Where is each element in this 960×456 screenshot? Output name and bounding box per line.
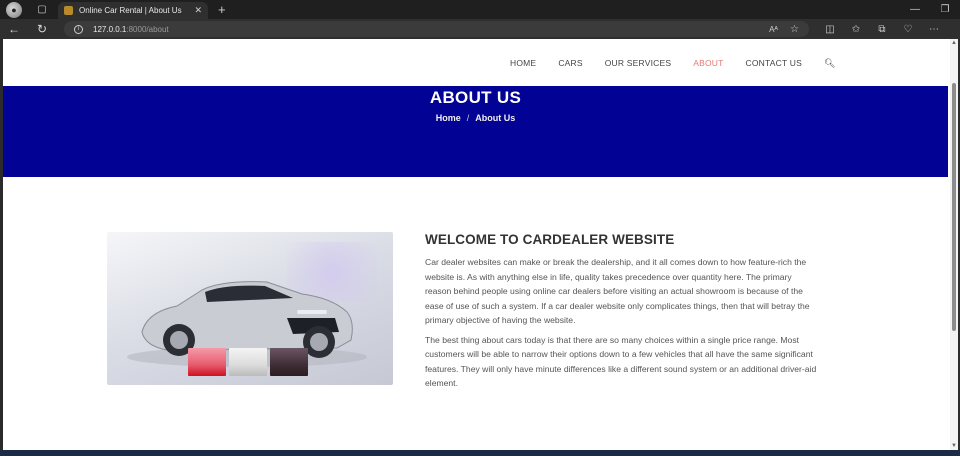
back-arrow-icon[interactable]: ← bbox=[0, 22, 28, 36]
search-icon[interactable]: 🔍︎ bbox=[824, 58, 835, 69]
tab-close-icon[interactable]: ✕ bbox=[194, 5, 202, 16]
thumbnail-interior[interactable] bbox=[270, 348, 308, 376]
site-favicon-icon bbox=[64, 6, 73, 15]
nav-our-services[interactable]: OUR SERVICES bbox=[605, 58, 671, 69]
split-screen-icon[interactable]: ◫ bbox=[817, 24, 843, 35]
breadcrumb: Home / About Us bbox=[3, 113, 948, 123]
page-scrollbar[interactable]: ▲ ▼ bbox=[950, 39, 958, 450]
url-host: 127.0.0.1 bbox=[93, 24, 127, 34]
nav-cars[interactable]: CARS bbox=[558, 58, 582, 69]
scrollbar-thumb[interactable] bbox=[952, 83, 956, 331]
about-paragraph-1: Car dealer websites can make or break th… bbox=[425, 257, 810, 325]
scroll-down-icon[interactable]: ▼ bbox=[950, 443, 958, 449]
read-aloud-icon[interactable]: Aᴬ bbox=[769, 25, 778, 34]
thumbnail-strip bbox=[188, 348, 308, 376]
browser-tab[interactable]: Online Car Rental | About Us ✕ bbox=[58, 2, 208, 19]
taskbar-edge bbox=[0, 450, 960, 456]
breadcrumb-separator: / bbox=[466, 113, 470, 123]
about-paragraph-2: The best thing about cars today is that … bbox=[425, 334, 817, 389]
minimize-icon[interactable]: — bbox=[900, 4, 930, 15]
thumbnail-white-car[interactable] bbox=[229, 348, 267, 376]
about-heading: WELCOME TO CARDEALER WEBSITE bbox=[425, 232, 675, 247]
url-path: :8000/about bbox=[126, 24, 169, 34]
extensions-icon[interactable]: ♡ bbox=[895, 24, 921, 35]
nav-about[interactable]: ABOUT bbox=[693, 58, 723, 69]
page-title: ABOUT US bbox=[429, 88, 522, 107]
browser-titlebar: ● ▢ Online Car Rental | About Us ✕ + — ❐ bbox=[0, 0, 960, 19]
main-menu: HOME CARS OUR SERVICES ABOUT CONTACT US … bbox=[510, 58, 835, 69]
page-hero-banner: ABOUT US Home / About Us bbox=[3, 86, 948, 177]
breadcrumb-home[interactable]: Home bbox=[436, 113, 461, 123]
browser-addressbar: ← ↻ i 127.0.0.1:8000/about Aᴬ ☆ ◫ ✩ ⧉ ♡ … bbox=[0, 19, 960, 39]
site-info-icon[interactable]: i bbox=[74, 24, 83, 34]
page-viewport: HOME CARS OUR SERVICES ABOUT CONTACT US … bbox=[3, 39, 958, 450]
favorite-star-icon[interactable]: ☆ bbox=[790, 24, 799, 35]
collections-icon[interactable]: ⧉ bbox=[869, 24, 895, 35]
workspaces-icon[interactable]: ▢ bbox=[36, 4, 48, 15]
restore-icon[interactable]: ❐ bbox=[930, 4, 960, 15]
scroll-up-icon[interactable]: ▲ bbox=[950, 40, 958, 46]
car-image-slider[interactable] bbox=[107, 232, 393, 385]
new-tab-icon[interactable]: + bbox=[218, 3, 226, 16]
refresh-icon[interactable]: ↻ bbox=[28, 22, 56, 36]
nav-contact-us[interactable]: CONTACT US bbox=[746, 58, 802, 69]
browser-toolbar: ◫ ✩ ⧉ ♡ ⋯ bbox=[817, 24, 947, 35]
more-menu-icon[interactable]: ⋯ bbox=[921, 24, 947, 35]
favorites-icon[interactable]: ✩ bbox=[843, 24, 869, 35]
url-field[interactable]: i 127.0.0.1:8000/about Aᴬ ☆ bbox=[64, 21, 809, 37]
breadcrumb-current: About Us bbox=[475, 113, 516, 123]
site-navbar: HOME CARS OUR SERVICES ABOUT CONTACT US … bbox=[3, 39, 950, 86]
thumbnail-red-car[interactable] bbox=[188, 348, 226, 376]
nav-home[interactable]: HOME bbox=[510, 58, 536, 69]
window-controls: — ❐ bbox=[900, 4, 960, 15]
about-content: WELCOME TO CARDEALER WEBSITE Car dealer … bbox=[425, 232, 820, 391]
profile-avatar[interactable]: ● bbox=[6, 1, 22, 18]
tab-title: Online Car Rental | About Us bbox=[79, 6, 182, 15]
